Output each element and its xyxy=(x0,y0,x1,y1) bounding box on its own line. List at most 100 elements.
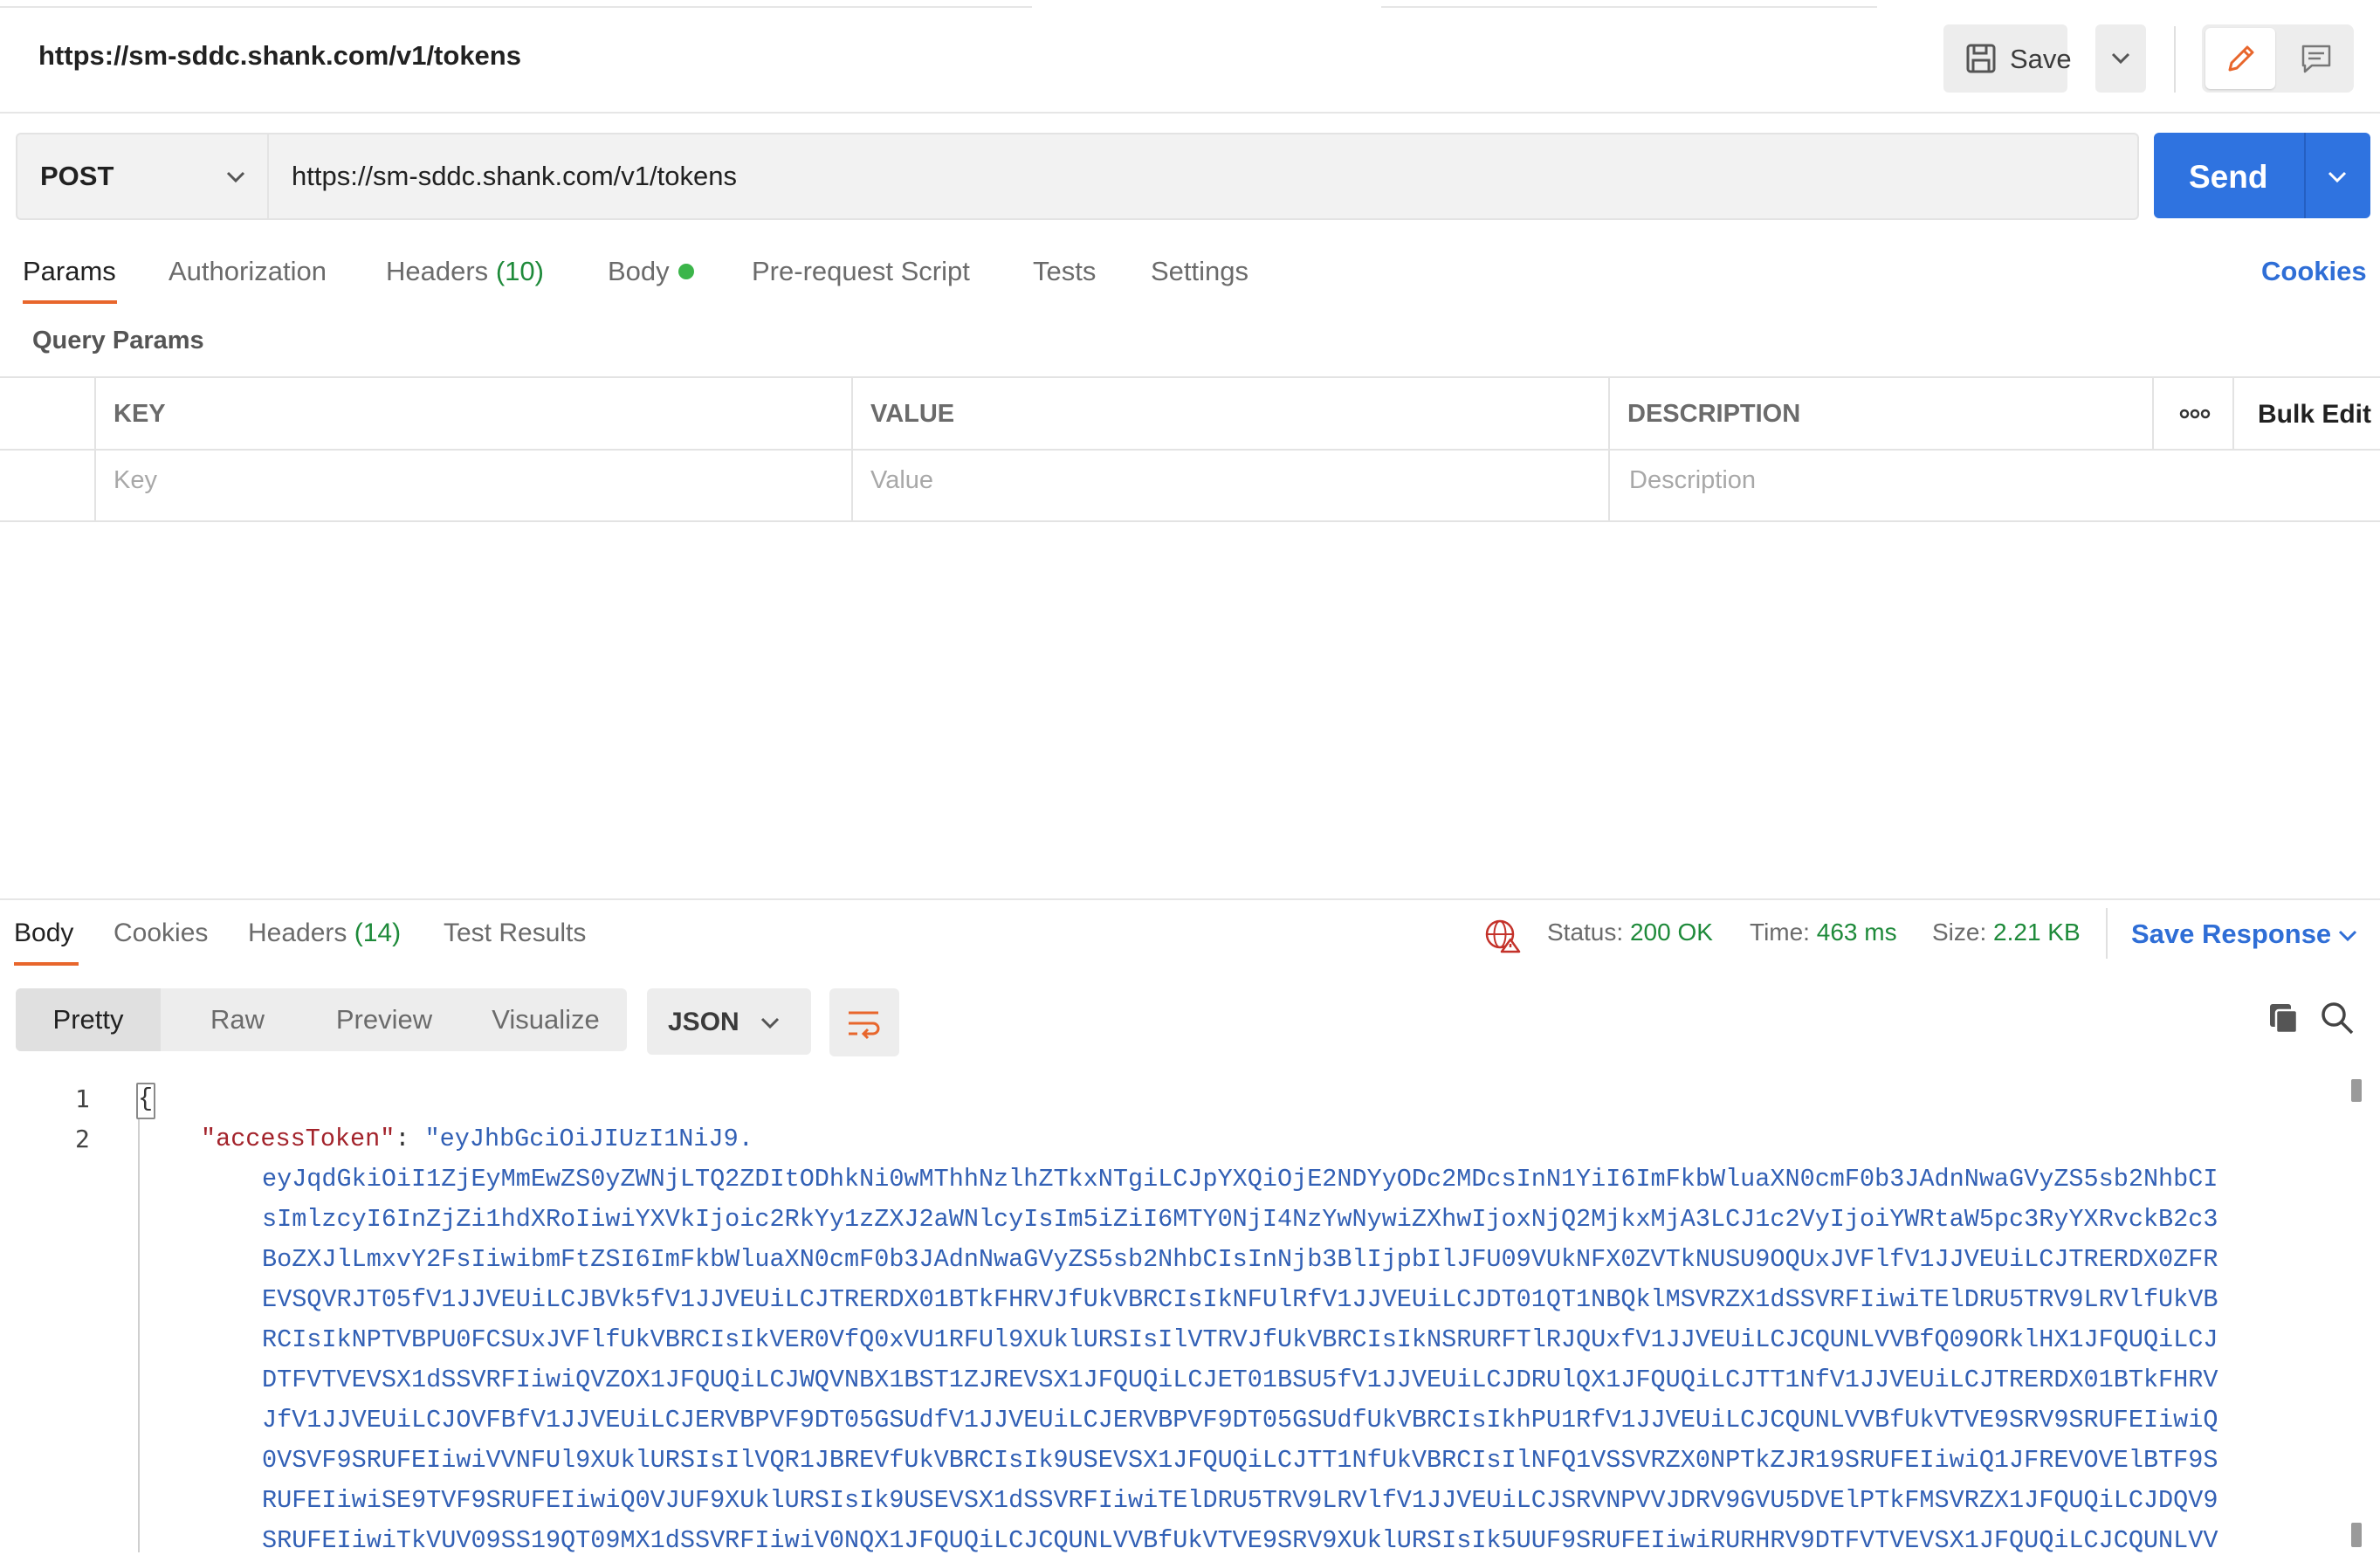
line-number: 2 xyxy=(75,1125,90,1153)
table-border xyxy=(0,376,2380,378)
cookies-link[interactable]: Cookies xyxy=(2261,256,2367,287)
json-string: "eyJhbGciOiJIUzI1NiJ9. xyxy=(424,1125,753,1153)
indent-guide xyxy=(138,1119,140,1552)
tab-params[interactable]: Params xyxy=(23,256,116,287)
response-tab-body[interactable]: Body xyxy=(14,919,73,948)
wrap-lines-icon xyxy=(845,1006,884,1045)
send-button-label: Send xyxy=(2189,159,2268,195)
edit-mode-button[interactable] xyxy=(2205,28,2275,89)
response-status[interactable]: Status: 200 OK xyxy=(1547,919,1713,946)
editor-mode-toggle xyxy=(2202,24,2354,93)
send-button[interactable]: Send xyxy=(2154,133,2370,218)
more-options-icon[interactable] xyxy=(2179,403,2211,429)
line-number: 1 xyxy=(75,1084,90,1113)
key-input[interactable]: Key xyxy=(113,466,157,495)
code-open-brace: { xyxy=(138,1084,154,1113)
url-text: https://sm-sddc.shank.com/v1/tokens xyxy=(292,161,737,191)
comment-icon xyxy=(2300,42,2333,79)
tab-tests[interactable]: Tests xyxy=(1033,256,1096,287)
code-line: RUFEIiwiSE9TVF9SRUFEIiwiQ0VJUF9XUklURSIs… xyxy=(262,1486,2218,1515)
save-options-dropdown[interactable] xyxy=(2095,24,2146,93)
divider xyxy=(2106,908,2108,959)
body-status-dot xyxy=(678,263,694,279)
code-line: JfV1JJVEUiLCJOVFBfV1JJVEUiLCJERVBPVF9DT0… xyxy=(262,1406,2218,1435)
divider xyxy=(2304,133,2306,218)
chevron-down-icon[interactable] xyxy=(2325,164,2349,193)
scrollbar-thumb[interactable] xyxy=(2351,1523,2362,1547)
method-label: POST xyxy=(40,161,114,191)
table-border xyxy=(1608,376,1610,522)
value-input[interactable]: Value xyxy=(870,466,933,495)
chevron-down-icon[interactable] xyxy=(2336,924,2359,951)
status-value: 200 OK xyxy=(1629,919,1713,946)
tab-strip-left xyxy=(0,0,1032,8)
tab-body-label: Body xyxy=(608,256,670,286)
comments-button[interactable] xyxy=(2282,28,2350,89)
view-pretty-button[interactable]: Pretty xyxy=(16,988,161,1051)
code-line: 0VSVF9SRUFEIiwiVVNFUl9XUklURSIsIlVQR1JBR… xyxy=(262,1446,2218,1475)
bulk-edit-button[interactable]: Bulk Edit xyxy=(2258,400,2371,430)
response-size[interactable]: Size: 2.21 KB xyxy=(1932,919,2081,946)
code-line: SRUFEIiwiTkVUV09SS19QT09MX1dSSVRFIiwiV0N… xyxy=(262,1526,2218,1555)
format-select[interactable]: JSON xyxy=(647,988,811,1055)
table-border xyxy=(2232,376,2234,450)
query-params-heading: Query Params xyxy=(32,327,204,354)
chevron-down-icon xyxy=(759,1011,781,1038)
tab-settings[interactable]: Settings xyxy=(1151,256,1248,287)
description-input[interactable]: Description xyxy=(1629,466,1756,495)
table-border xyxy=(2152,376,2154,450)
view-preview-button[interactable]: Preview xyxy=(304,988,464,1051)
tab-authorization[interactable]: Authorization xyxy=(169,256,327,287)
tab-headers-label: Headers xyxy=(386,256,489,286)
code-line: sImlzcyI6InZjZi1hdXRoIiwiYXVkIjoic2RkYy1… xyxy=(262,1205,2218,1234)
table-border xyxy=(0,449,2380,451)
column-header-value: VALUE xyxy=(870,400,955,428)
scrollbar-thumb[interactable] xyxy=(2351,1079,2362,1102)
active-tab-indicator xyxy=(23,300,117,304)
view-visualize-button[interactable]: Visualize xyxy=(464,988,627,1051)
tab-pre-request-script[interactable]: Pre-request Script xyxy=(752,256,970,287)
tab-body[interactable]: Body xyxy=(608,256,694,287)
save-button[interactable]: Save xyxy=(1943,24,2072,93)
save-response-button[interactable]: Save Response xyxy=(2131,919,2331,950)
code-line: eyJqdGkiOiI1ZjEyMmEwZS0yZWNjLTQ2ZDItODhk… xyxy=(262,1165,2218,1194)
response-time[interactable]: Time: 463 ms xyxy=(1750,919,1897,946)
json-key: "accessToken" xyxy=(201,1125,396,1153)
column-header-key: KEY xyxy=(113,400,166,428)
response-headers-count: (14) xyxy=(354,919,402,947)
request-title[interactable]: https://sm-sddc.shank.com/v1/tokens xyxy=(38,40,521,72)
active-tab-indicator xyxy=(14,962,79,966)
time-label: Time: xyxy=(1750,919,1810,946)
chevron-down-icon xyxy=(224,164,248,193)
divider xyxy=(2174,26,2176,93)
method-select[interactable]: POST xyxy=(16,133,269,220)
network-globe-warning-icon[interactable] xyxy=(1484,917,1521,958)
chevron-down-icon xyxy=(2108,45,2133,74)
search-icon[interactable] xyxy=(2320,1001,2355,1040)
tab-headers[interactable]: Headers (10) xyxy=(386,256,544,287)
code-line: EVSQVRJT05fV1JJVEUiLCJBVk5fV1JJVEUiLCJTR… xyxy=(262,1285,2218,1314)
response-tab-cookies[interactable]: Cookies xyxy=(113,919,208,948)
response-tab-headers-label: Headers xyxy=(248,919,347,947)
wrap-lines-button[interactable] xyxy=(829,988,899,1056)
pane-divider[interactable] xyxy=(0,898,2380,900)
size-value: 2.21 KB xyxy=(1993,919,2081,946)
response-tab-test-results[interactable]: Test Results xyxy=(444,919,586,948)
json-colon: : xyxy=(395,1125,425,1153)
headers-count: (10) xyxy=(495,256,544,286)
code-line: "accessToken": "eyJhbGciOiJIUzI1NiJ9. xyxy=(201,1125,753,1153)
format-label: JSON xyxy=(668,1008,739,1036)
time-value: 463 ms xyxy=(1816,919,1897,946)
url-input[interactable]: https://sm-sddc.shank.com/v1/tokens xyxy=(267,133,2139,220)
tab-strip-right xyxy=(1381,0,1877,8)
view-raw-button[interactable]: Raw xyxy=(168,988,307,1051)
save-button-label: Save xyxy=(2010,44,2072,74)
copy-icon[interactable] xyxy=(2267,1001,2301,1040)
response-tab-headers[interactable]: Headers (14) xyxy=(248,919,401,948)
table-border xyxy=(851,376,853,522)
code-line: BoZXJlLmxvY2FsIiwibmFtZSI6ImFkbWluaXN0cm… xyxy=(262,1245,2218,1274)
table-border xyxy=(94,376,96,522)
divider xyxy=(0,112,2380,114)
code-line: RCIsIkNPTVBPU0FCSUxJVFlfUkVBRCIsIkVER0Vf… xyxy=(262,1325,2218,1354)
column-header-description: DESCRIPTION xyxy=(1627,400,1801,428)
